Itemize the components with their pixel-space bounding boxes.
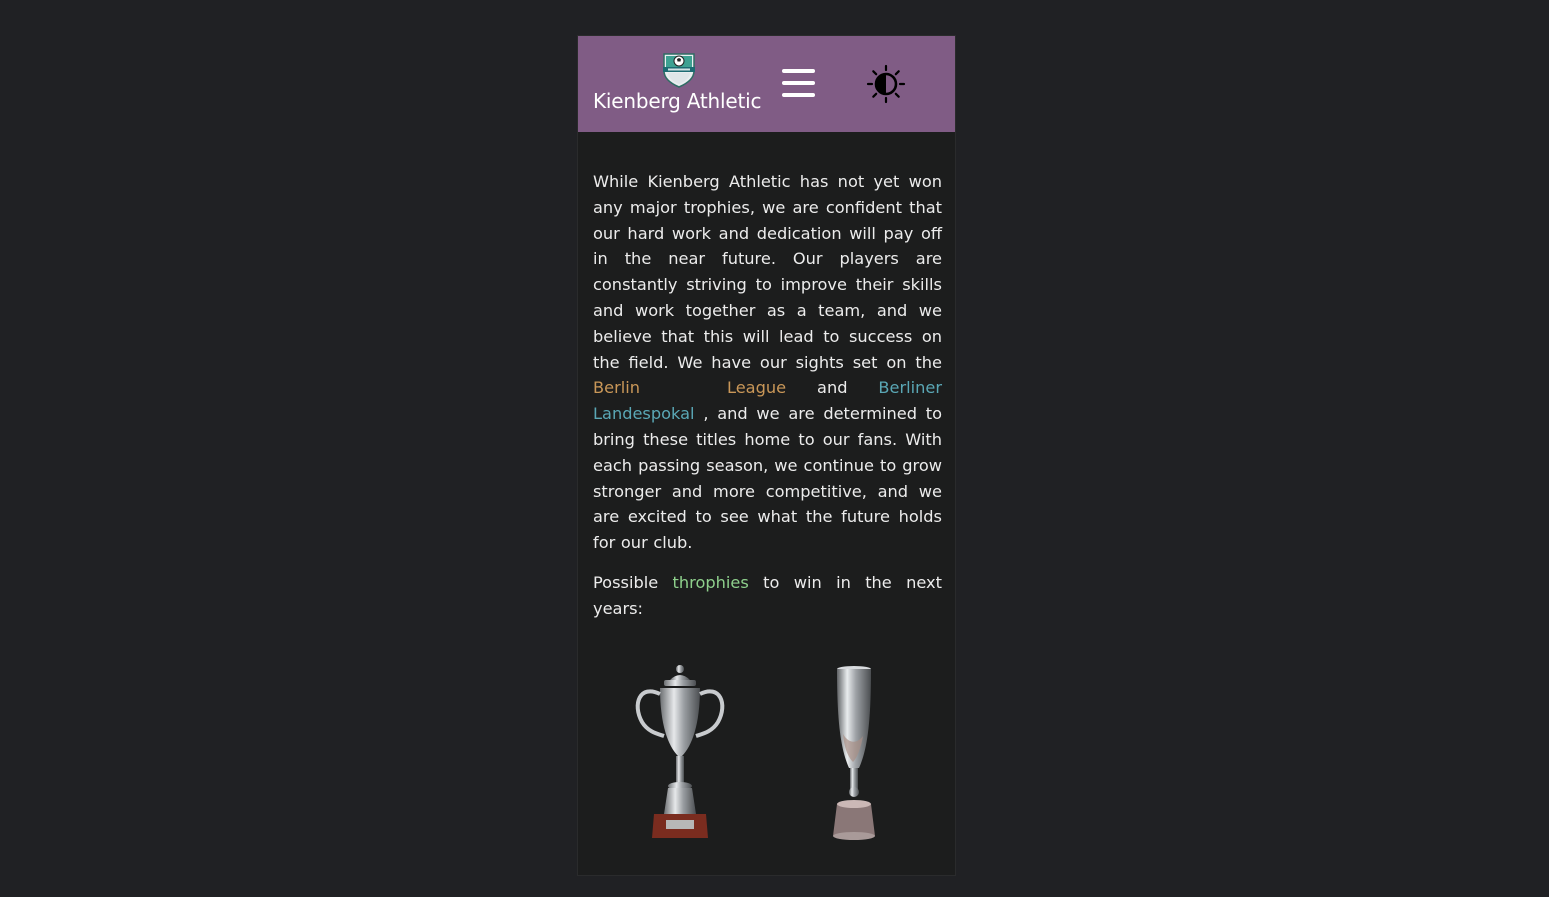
club-crest-icon[interactable] — [660, 51, 698, 89]
trophies-paragraph: Possible throphies to win in the next ye… — [593, 570, 942, 622]
possible-text-1: Possible — [593, 572, 673, 592]
menu-button[interactable] — [782, 69, 815, 99]
league-trophy-icon — [635, 665, 725, 838]
intro-text-2: , and we are determined to bring these t… — [593, 404, 942, 553]
intro-text-1: While Kienberg Athletic has not yet won … — [593, 172, 942, 372]
mobile-frame: Kienberg Athletic While Kienberg Athleti… — [577, 35, 956, 876]
berlin-league-link[interactable]: Berlin — [593, 378, 640, 397]
trophies-link[interactable]: throphies — [673, 573, 749, 592]
intro-paragraph: While Kienberg Athletic has not yet won … — [593, 169, 942, 556]
site-header: Kienberg Athletic — [578, 36, 955, 132]
cup-trophy-icon — [833, 666, 875, 840]
site-title[interactable]: Kienberg Athletic — [593, 89, 761, 113]
and-text: and — [786, 378, 879, 398]
league-link[interactable]: League — [727, 378, 786, 397]
theme-toggle-icon[interactable] — [866, 64, 906, 104]
main-content: While Kienberg Athletic has not yet won … — [593, 169, 942, 636]
